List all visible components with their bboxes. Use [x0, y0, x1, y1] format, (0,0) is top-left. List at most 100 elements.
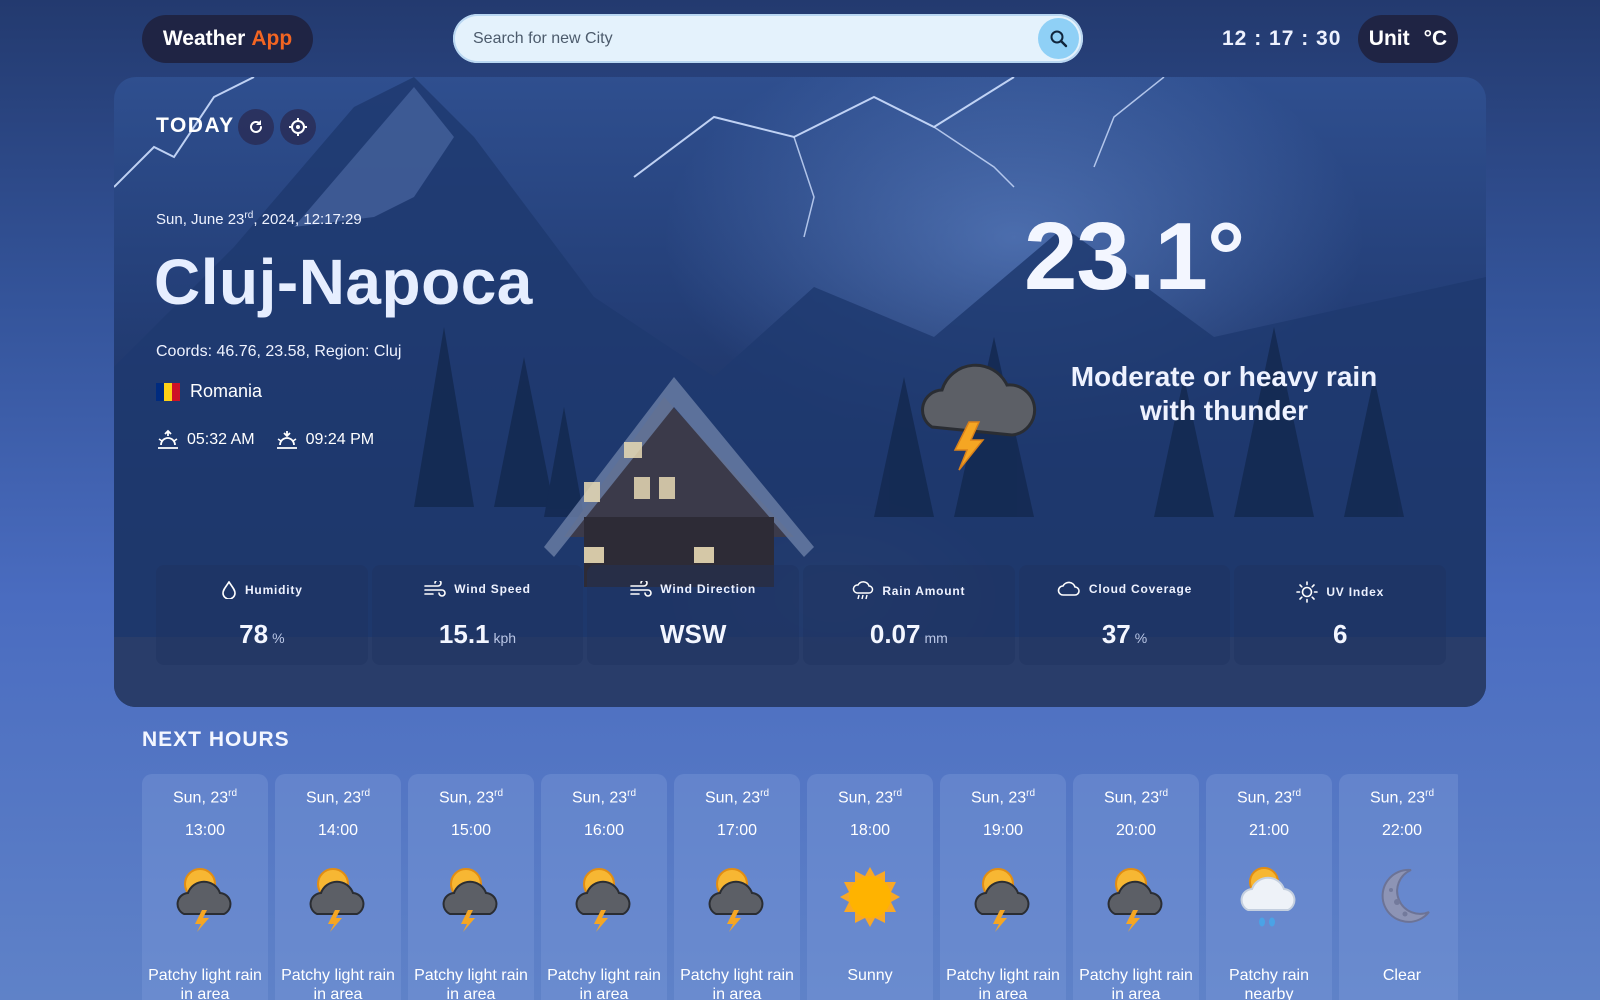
day-ordinal: rd	[1159, 788, 1169, 799]
cloud-coverage-unit: %	[1134, 630, 1148, 646]
stat-cloud-coverage: Cloud Coverage 37%	[1018, 565, 1231, 665]
hour-condition: Clear	[1382, 967, 1422, 984]
hour-day: Sun, 23rd	[674, 788, 800, 807]
hour-card[interactable]: Sun, 23rd 18:00 Sunny	[807, 774, 933, 1000]
locate-button[interactable]	[280, 109, 316, 145]
rain-amount-value: 0.07	[869, 619, 921, 649]
hour-condition: Patchy light rain in area	[414, 967, 528, 1000]
wind-direction-value: WSW	[659, 619, 727, 649]
wind-speed-value: 15.1	[438, 619, 490, 649]
stat-value: 37%	[1019, 619, 1231, 650]
sunset-icon	[276, 431, 297, 449]
hour-card[interactable]: Sun, 23rd 22:00 Clear	[1339, 774, 1458, 1000]
day-text: Sun, 23	[438, 789, 495, 807]
thunder-sun-icon	[176, 868, 232, 932]
hour-time: 13:00	[184, 822, 226, 839]
search-button[interactable]	[1038, 18, 1079, 59]
hour-day: Sun, 23rd	[1073, 788, 1199, 807]
search-icon	[1050, 30, 1067, 47]
sun-times: 05:32 AM 09:24 PM	[156, 429, 394, 451]
unit-label: Unit	[1368, 27, 1410, 50]
day-ordinal: rd	[1425, 788, 1435, 799]
day-ordinal: rd	[627, 788, 637, 799]
uv-index-value: 6	[1332, 619, 1348, 649]
sunrise-time: 05:32 AM	[187, 431, 255, 448]
date-prefix: Sun, June 23	[156, 211, 245, 228]
unit-toggle-button[interactable]: Unit °C	[1358, 15, 1458, 63]
thunder-sun-icon	[974, 868, 1030, 932]
sunrise-icon	[158, 429, 178, 449]
stat-label: Rain Amount	[882, 584, 966, 598]
day-text: Sun, 23	[1369, 789, 1426, 807]
moon-icon	[1381, 868, 1430, 923]
sunset-time: 09:24 PM	[305, 431, 375, 448]
hour-card[interactable]: Sun, 23rd 20:00 Patchy light rain in are…	[1073, 774, 1199, 1000]
wind-icon	[424, 581, 446, 597]
stat-value: WSW	[587, 619, 799, 650]
day-text: Sun, 23	[704, 789, 761, 807]
weather-stats: Humidity 78% Wind Speed 15.1 kph Wind Dir…	[156, 565, 1447, 665]
hour-condition: Patchy light rain in area	[946, 967, 1060, 1000]
hour-card[interactable]: Sun, 23rd 16:00 Patchy light rain in are…	[541, 774, 667, 1000]
rain-sun-icon	[1240, 867, 1296, 927]
hour-time: 15:00	[450, 822, 492, 839]
hour-time: 19:00	[982, 822, 1024, 839]
refresh-button[interactable]	[238, 109, 274, 145]
romania-flag-icon	[156, 382, 180, 401]
stat-label: Cloud Coverage	[1088, 582, 1193, 596]
unit-value: °C	[1423, 27, 1448, 50]
day-ordinal: rd	[361, 788, 371, 799]
stat-head: UV Index	[1234, 581, 1446, 603]
stat-wind-speed: Wind Speed 15.1 kph	[371, 565, 584, 665]
country: Romania	[156, 381, 262, 402]
day-text: Sun, 23	[1103, 789, 1160, 807]
refresh-icon	[250, 120, 262, 133]
hour-day: Sun, 23rd	[541, 788, 667, 807]
stat-label: Wind Speed	[454, 582, 531, 596]
hour-day: Sun, 23rd	[142, 788, 268, 807]
day-text: Sun, 23	[1236, 789, 1293, 807]
next-hours-title: NEXT HOURS	[142, 728, 290, 751]
hour-condition: Patchy light rain in area	[547, 967, 661, 1000]
hour-time: 16:00	[583, 822, 625, 839]
stat-head: Humidity	[156, 581, 368, 599]
stat-label: UV Index	[1326, 585, 1385, 599]
crosshair-icon	[289, 118, 307, 136]
hour-card[interactable]: Sun, 23rd 13:00 Patchy light rain in are…	[142, 774, 268, 1000]
coordinates: Coords: 46.76, 23.58, Region: Cluj	[156, 343, 402, 360]
country-name: Romania	[190, 381, 263, 401]
hour-card[interactable]: Sun, 23rd 14:00 Patchy light rain in are…	[275, 774, 401, 1000]
stat-value: 0.07 mm	[803, 619, 1015, 650]
sun-icon	[1296, 581, 1319, 603]
hour-time: 14:00	[317, 822, 359, 839]
stat-uv-index: UV Index 6	[1234, 565, 1447, 665]
hour-card[interactable]: Sun, 23rd 21:00 Patchy rain nearby	[1206, 774, 1332, 1000]
day-ordinal: rd	[1292, 788, 1302, 799]
hour-day: Sun, 23rd	[1206, 788, 1332, 807]
search-input[interactable]	[473, 14, 1013, 63]
hour-day: Sun, 23rd	[940, 788, 1066, 807]
hour-time: 22:00	[1381, 822, 1423, 839]
stat-head: Rain Amount	[803, 581, 1015, 601]
hour-condition: Patchy rain nearby	[1228, 967, 1310, 1000]
app-logo[interactable]: Weather App	[142, 15, 313, 63]
hour-condition: Patchy light rain in area	[148, 967, 262, 1000]
wind-direction-icon	[630, 581, 653, 597]
hour-card[interactable]: Sun, 23rd 19:00 Patchy light rain in are…	[940, 774, 1066, 1000]
hour-card[interactable]: Sun, 23rd 17:00 Patchy light rain in are…	[674, 774, 800, 1000]
city-name: Cluj-Napoca	[154, 246, 533, 318]
day-text: Sun, 23	[571, 789, 628, 807]
stat-label: Humidity	[244, 583, 303, 597]
current-temperature: 23.1°	[1024, 203, 1245, 310]
next-hours-list: Sun, 23rd 13:00 Patchy light rain in are…	[142, 774, 1458, 1000]
stat-label: Wind Direction	[660, 582, 757, 596]
clock: 12 : 17 : 30	[1222, 27, 1342, 50]
day-ordinal: rd	[228, 788, 238, 799]
wind-speed-unit: kph	[493, 630, 517, 646]
hour-card[interactable]: Sun, 23rd 15:00 Patchy light rain in are…	[408, 774, 534, 1000]
stat-head: Wind Direction	[587, 581, 799, 597]
droplet-icon	[222, 581, 236, 599]
stat-humidity: Humidity 78%	[156, 565, 368, 665]
stat-value: 6	[1234, 619, 1446, 650]
stat-rain-amount: Rain Amount 0.07 mm	[803, 565, 1015, 665]
